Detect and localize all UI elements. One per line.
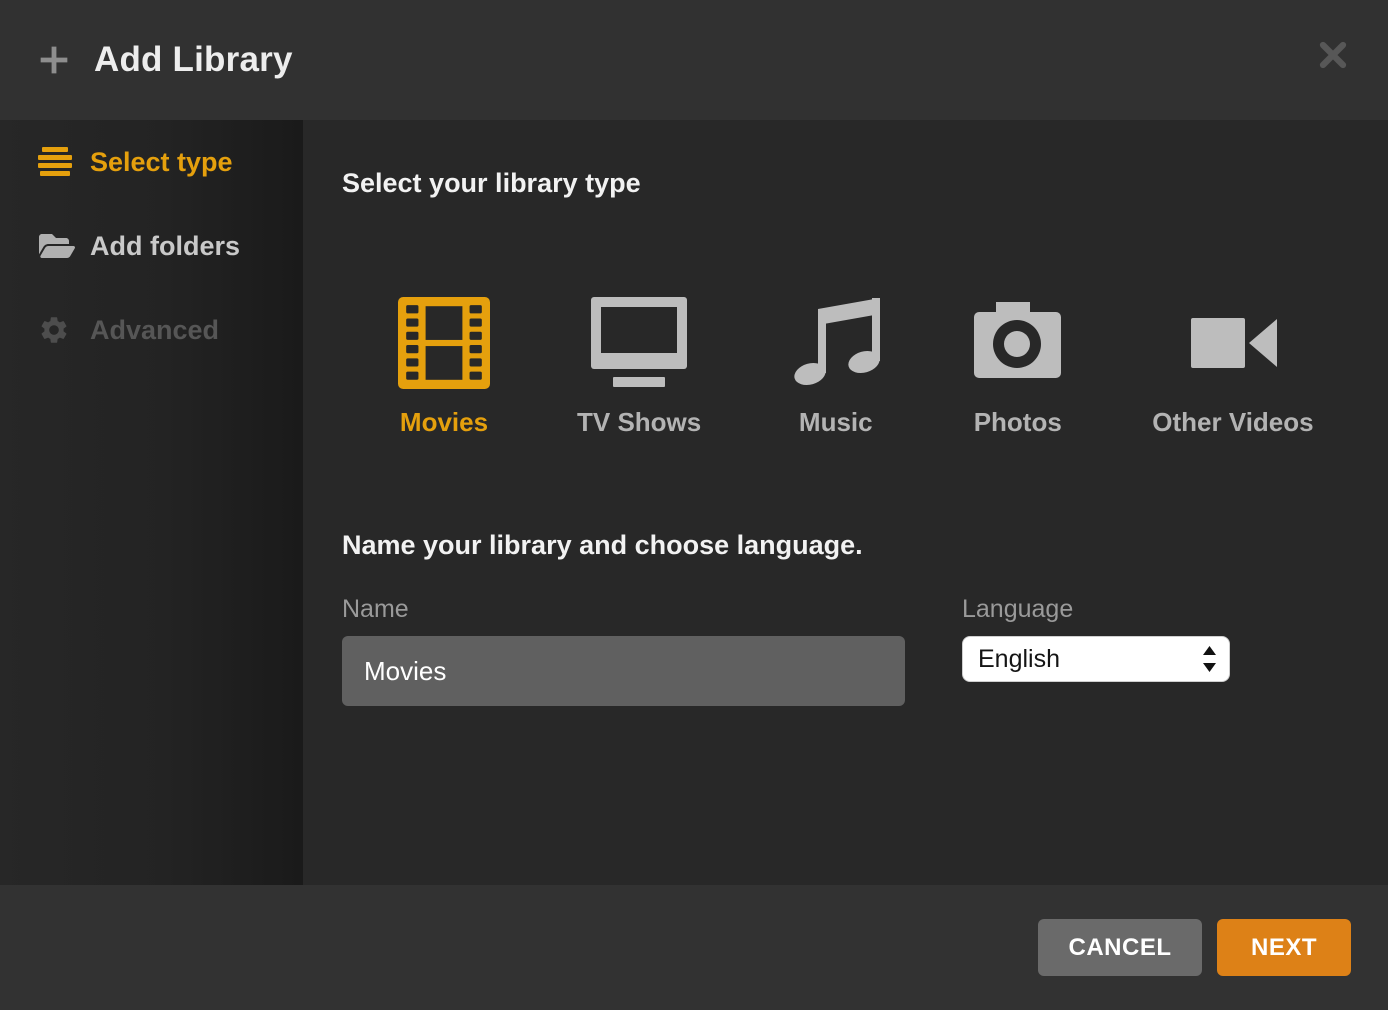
cancel-button[interactable]: CANCEL <box>1038 919 1202 976</box>
sidebar: Select type Add folders Advanced <box>0 120 303 885</box>
next-button[interactable]: NEXT <box>1217 919 1351 976</box>
sidebar-item-label: Advanced <box>90 315 219 346</box>
sidebar-item-add-folders[interactable]: Add folders <box>0 204 303 288</box>
dialog-header: Add Library <box>0 0 1388 120</box>
form-fields: Name Language English <box>342 595 1348 706</box>
library-name-input[interactable] <box>342 636 905 706</box>
library-type-music[interactable]: Music <box>788 295 883 438</box>
library-type-label: Movies <box>400 407 488 438</box>
dialog-title: Add Library <box>94 40 293 80</box>
library-type-movies[interactable]: Movies <box>398 295 490 438</box>
library-type-label: Photos <box>974 407 1062 438</box>
name-label: Name <box>342 595 905 624</box>
camera-icon <box>970 295 1065 390</box>
list-lines-icon <box>38 147 76 177</box>
film-strip-icon <box>398 295 490 390</box>
plus-icon <box>38 44 70 76</box>
library-type-label: Other Videos <box>1152 407 1313 438</box>
sidebar-item-label: Select type <box>90 147 233 178</box>
dialog-footer: CANCEL NEXT <box>0 885 1388 1010</box>
music-note-icon <box>788 295 883 390</box>
library-type-other-videos[interactable]: Other Videos <box>1152 295 1313 438</box>
library-type-heading: Select your library type <box>342 168 1348 199</box>
select-arrows-icon <box>1202 645 1217 673</box>
language-selected-value: English <box>978 645 1060 674</box>
sidebar-item-label: Add folders <box>90 231 240 262</box>
gear-icon <box>38 314 76 346</box>
library-type-tv-shows[interactable]: TV Shows <box>577 295 701 438</box>
video-camera-icon <box>1185 295 1280 390</box>
language-label: Language <box>962 595 1230 624</box>
tv-icon <box>589 295 689 390</box>
language-field-group: Language English <box>962 595 1230 706</box>
main-panel: Select your library type <box>303 120 1388 885</box>
dialog-body: Select type Add folders Advanced <box>0 120 1388 885</box>
library-type-photos[interactable]: Photos <box>970 295 1065 438</box>
language-select[interactable]: English <box>962 636 1230 682</box>
close-icon[interactable] <box>1318 40 1348 70</box>
add-library-dialog: Add Library <box>0 0 1388 1010</box>
library-type-label: Music <box>799 407 873 438</box>
folder-open-icon <box>38 230 76 262</box>
name-section-heading: Name your library and choose language. <box>342 530 1348 561</box>
library-type-list: Movies TV Shows <box>398 295 1348 438</box>
sidebar-item-select-type[interactable]: Select type <box>0 120 303 204</box>
name-field-group: Name <box>342 595 905 706</box>
sidebar-item-advanced[interactable]: Advanced <box>0 288 303 372</box>
library-type-label: TV Shows <box>577 407 701 438</box>
